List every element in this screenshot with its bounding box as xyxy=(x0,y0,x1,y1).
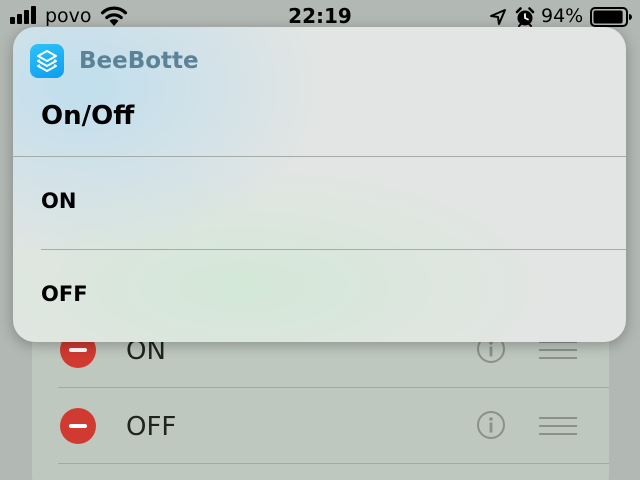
option-on[interactable]: ON xyxy=(13,157,626,249)
info-icon[interactable] xyxy=(476,410,506,440)
list-divider xyxy=(58,463,609,464)
menu-title: On/Off xyxy=(41,101,135,131)
alarm-clock-icon xyxy=(515,7,535,27)
remove-icon[interactable] xyxy=(60,408,96,444)
option-label: OFF xyxy=(41,282,88,306)
background-list-item: OFF xyxy=(32,388,609,464)
location-arrow-icon xyxy=(490,9,506,25)
reorder-icon[interactable] xyxy=(539,416,577,436)
background-item-label: OFF xyxy=(126,412,177,442)
battery-icon xyxy=(590,7,632,27)
battery-percentage: 94% xyxy=(541,5,584,27)
shortcuts-layers-icon xyxy=(30,44,64,78)
app-name: BeeBotte xyxy=(79,48,199,74)
option-label: ON xyxy=(41,189,77,213)
shortcut-menu-popup: BeeBotte On/Off ON OFF xyxy=(13,27,626,342)
reorder-icon[interactable] xyxy=(539,340,577,360)
screen: ON OFF povo 22:19 94% BeeBotte On/Off ON… xyxy=(0,0,640,480)
option-off[interactable]: OFF xyxy=(13,250,626,342)
